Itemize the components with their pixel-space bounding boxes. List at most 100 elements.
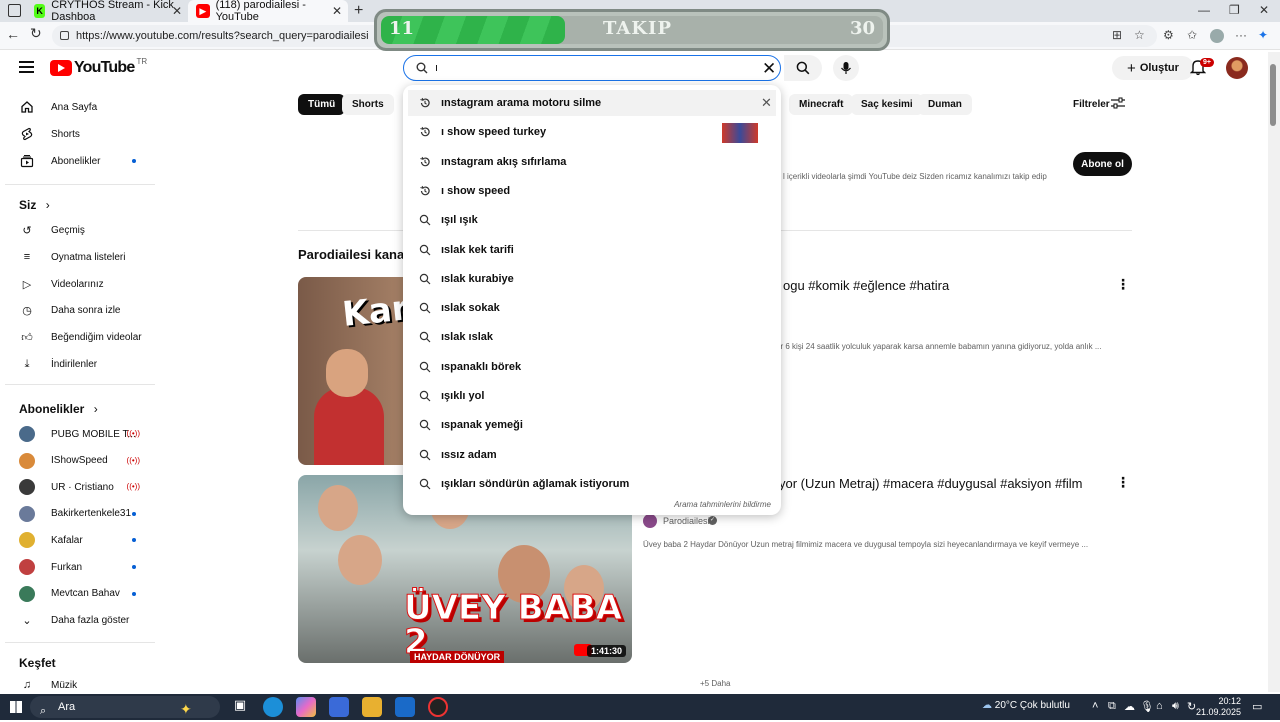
sidebar-item-playlists[interactable]: ≡ Oynatma listeleri [19, 247, 144, 267]
profile-icon[interactable] [1210, 29, 1224, 43]
sidebar-subscription-item[interactable]: IShowSpeed ((•)) [19, 451, 144, 471]
youtube-logo[interactable]: YouTube TR [50, 57, 147, 77]
video-title[interactable]: yor (Uzun Metraj) #macera #duygusal #aks… [779, 476, 1082, 491]
more-actions-icon[interactable]: ⋮ [1116, 474, 1130, 491]
suggestion-item[interactable]: ışıl ışık [403, 207, 781, 233]
sidebar-subscription-item[interactable]: Kafalar [19, 530, 144, 550]
favorites-icon[interactable]: ✩ [1187, 28, 1197, 42]
page-scrollbar[interactable] [1268, 52, 1280, 692]
file-explorer-icon[interactable] [362, 697, 382, 717]
suggestion-item[interactable]: ınstagram akış sıfırlama [403, 149, 781, 175]
extensions-icon[interactable]: ⚙ [1163, 28, 1174, 42]
sidebar-subscriptions-heading[interactable]: Abonelikler › [19, 402, 98, 416]
store-icon[interactable] [329, 697, 349, 717]
suggestion-item[interactable]: ıslak kurabiye [403, 266, 781, 292]
suggestion-item[interactable]: ıslak sokak [403, 295, 781, 321]
sidebar-subscription-item[interactable]: PUBG MOBILE T... ((•)) [19, 424, 144, 444]
reload-icon[interactable]: ↻ [30, 25, 42, 42]
close-tab-icon[interactable]: ✕ [332, 4, 342, 18]
search-input[interactable]: ı ✕ [403, 55, 781, 81]
sync-icon[interactable]: ↻ [1187, 700, 1196, 713]
chip-duman[interactable]: Duman [918, 94, 972, 115]
chip-all[interactable]: Tümü [298, 94, 346, 115]
sidebar-item-watch-later[interactable]: ◷ Daha sonra izle [19, 300, 144, 320]
task-view-icon[interactable]: ▣ [230, 697, 250, 717]
sidebar-item-home[interactable]: Ana Sayfa [19, 97, 144, 117]
menu-icon[interactable] [19, 61, 34, 73]
copilot-app-icon[interactable] [296, 697, 316, 717]
copilot-icon[interactable]: ✦ [1258, 28, 1268, 42]
notification-center-icon[interactable]: ▭ [1252, 700, 1262, 713]
subscribe-button[interactable]: Abone ol [1073, 152, 1132, 176]
channel-name[interactable]: Parodiailesi [663, 516, 710, 526]
sidebar-explore-heading: Keşfet [19, 656, 56, 670]
weather-widget[interactable]: ☁ 20°C Çok bulutlu [982, 700, 1070, 711]
sidebar-show-more[interactable]: ⌄ Daha fazla göster [19, 610, 144, 630]
channel-avatar[interactable] [643, 514, 657, 528]
volume-icon[interactable]: 🔊︎ [1172, 700, 1179, 713]
suggestion-item[interactable]: ıssız adam [403, 442, 781, 468]
sidebar-item-shorts[interactable]: Shorts [19, 124, 144, 144]
sidebar-item-downloads[interactable]: ⤓ İndirilenler [19, 354, 144, 374]
sidebar-item-your-videos[interactable]: ▷ Videolarınız [19, 274, 144, 294]
live-icon: ((•)) [126, 429, 140, 438]
more-actions-icon[interactable]: ⋮ [1116, 276, 1130, 293]
sidebar-item-liked[interactable]: 👍︎ Beğendiğim videolar [19, 327, 144, 347]
video-duration: 1:41:30 [586, 645, 626, 657]
filters-button[interactable]: Filtreler [1073, 99, 1110, 110]
tab-youtube[interactable]: ▶ (118) parodiailesi - YouTube ✕ [188, 0, 348, 23]
voice-search-button[interactable] [833, 55, 859, 81]
report-predictions-link[interactable]: Arama tahminlerini bildirme [674, 500, 771, 509]
back-icon[interactable]: ← [6, 26, 20, 42]
remove-suggestion-icon[interactable]: ✕ [761, 95, 772, 111]
microphone-icon[interactable]: 🎙︎ [1140, 700, 1154, 713]
sidebar-subscription-item[interactable]: UR · Cristiano ((•)) [19, 477, 144, 497]
suggestion-item[interactable]: ı show speed [403, 178, 781, 204]
tab-kick-dashboard[interactable]: K CRYTHOS Stream - Kick Dashboa ✕ [26, 0, 188, 23]
scrollbar-thumb[interactable] [1270, 64, 1276, 126]
sidebar-subscription-item[interactable]: Mevtcan Bahav [19, 584, 144, 604]
suggestion-item[interactable]: ıspanak yemeği [403, 412, 781, 438]
more-icon[interactable]: ··· [1235, 28, 1247, 42]
more-results-link[interactable]: +5 Daha [700, 679, 730, 688]
close-tab-icon[interactable]: ✕ [172, 4, 182, 18]
video-title[interactable]: ogu #komik #eğlence #hatira [783, 278, 949, 293]
suggestion-item[interactable]: ışıklı yol [403, 383, 781, 409]
favorite-star-icon[interactable]: ☆ [1134, 28, 1145, 42]
account-avatar[interactable] [1226, 57, 1248, 79]
taskbar-clock[interactable]: 20:12 21.09.2025 [1196, 696, 1241, 718]
tray-app-icon[interactable]: ⧉ [1108, 700, 1116, 713]
tab-actions-icon[interactable] [8, 4, 21, 17]
sidebar-subscription-item[interactable]: Bakirkertenkele31 [19, 504, 144, 524]
taskbar-search[interactable]: ⌕ Ara ✦ [30, 696, 220, 718]
chip-shorts[interactable]: Shorts [342, 94, 394, 115]
apps-icon[interactable]: ⊞ [1112, 28, 1122, 42]
sidebar-item-music[interactable]: ♫ Müzik [19, 675, 144, 695]
suggestion-item[interactable]: ınstagram arama motoru silme [408, 90, 776, 116]
network-icon[interactable]: ⌂ [1156, 700, 1163, 712]
suggestion-item[interactable]: ıslak ıslak [403, 324, 781, 350]
new-tab-icon[interactable]: + [354, 2, 363, 20]
sidebar-item-subscriptions[interactable]: Abonelikler [19, 151, 144, 171]
edge-browser-icon[interactable] [263, 697, 283, 717]
filter-sliders-icon[interactable] [1111, 97, 1125, 109]
sidebar-subscription-item[interactable]: Furkan [19, 557, 144, 577]
tray-overflow-icon[interactable]: ˄ [1092, 700, 1098, 712]
clear-search-icon[interactable]: ✕ [762, 59, 776, 79]
windows-start-icon[interactable] [10, 701, 22, 713]
sidebar-item-history[interactable]: ↺ Geçmiş [19, 220, 144, 240]
maximize-icon[interactable]: ❐ [1229, 3, 1240, 17]
sidebar-you-heading[interactable]: Siz › [19, 198, 50, 212]
recording-app-icon[interactable] [428, 697, 448, 717]
search-button[interactable] [784, 55, 822, 81]
chip-hair[interactable]: Saç kesimi [851, 94, 923, 115]
create-button[interactable]: + Oluştur [1112, 56, 1194, 80]
suggestion-item[interactable]: ışıkları söndürün ağlamak istiyorum [403, 471, 781, 497]
minimize-icon[interactable]: — [1198, 3, 1210, 17]
close-window-icon[interactable]: ✕ [1259, 3, 1269, 17]
suggestion-item[interactable]: ıspanaklı börek [403, 354, 781, 380]
chip-minecraft[interactable]: Minecraft [789, 94, 854, 115]
onedrive-icon[interactable]: ☁ [1124, 700, 1135, 713]
suggestion-item[interactable]: ıslak kek tarifi [403, 237, 781, 263]
outlook-icon[interactable] [395, 697, 415, 717]
